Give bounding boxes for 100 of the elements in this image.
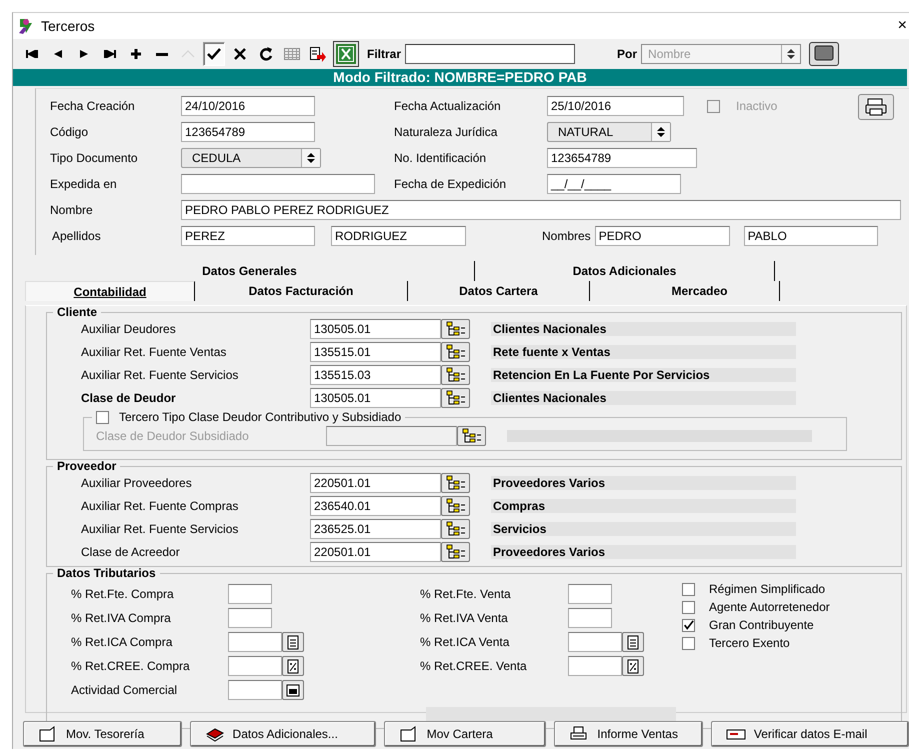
text-field[interactable]: 135515.03 bbox=[310, 365, 441, 385]
group-title: Cliente bbox=[56, 306, 98, 319]
lookup-button[interactable] bbox=[441, 473, 470, 493]
field-label: % Ret.ICA Venta bbox=[420, 635, 510, 649]
lookup-button[interactable] bbox=[282, 680, 304, 700]
text-field[interactable] bbox=[326, 426, 457, 446]
square-icon bbox=[813, 44, 836, 62]
tree-icon bbox=[444, 544, 466, 560]
text-field[interactable]: RODRIGUEZ bbox=[331, 226, 466, 246]
table-icon bbox=[284, 48, 300, 60]
text-field[interactable] bbox=[568, 656, 622, 676]
text-field[interactable]: 135515.01 bbox=[310, 342, 441, 362]
tab[interactable]: Mercadeo bbox=[620, 281, 780, 301]
filter-field[interactable] bbox=[405, 44, 576, 64]
field-label: Clase de Deudor bbox=[81, 391, 177, 405]
dropdown[interactable]: CEDULA bbox=[181, 148, 321, 168]
lookup-button[interactable] bbox=[441, 542, 470, 562]
text-field[interactable]: 130505.01 bbox=[310, 319, 441, 339]
action-button[interactable]: Datos Adicionales... bbox=[190, 721, 376, 747]
text-field[interactable] bbox=[228, 608, 272, 628]
lookup-button[interactable] bbox=[441, 496, 470, 516]
close-icon bbox=[234, 48, 246, 60]
lookup-button[interactable] bbox=[441, 519, 470, 539]
lookup-button[interactable] bbox=[282, 656, 304, 676]
field-label: Nombre bbox=[50, 203, 94, 217]
lookup-button[interactable] bbox=[457, 426, 486, 446]
text-field[interactable]: 236540.01 bbox=[310, 496, 441, 516]
text-field[interactable]: 123654789 bbox=[547, 148, 697, 168]
account-description: Proveedores Varios bbox=[491, 476, 796, 490]
text-field[interactable] bbox=[181, 174, 375, 194]
text-field[interactable]: 220501.01 bbox=[310, 542, 441, 562]
dropdown[interactable]: NATURAL bbox=[547, 122, 671, 142]
field-label: % Ret.IVA Compra bbox=[71, 611, 172, 625]
text-field[interactable] bbox=[568, 632, 622, 652]
action-button[interactable]: Mov. Tesorería bbox=[23, 721, 182, 747]
field-label: % Ret.IVA Venta bbox=[420, 611, 509, 625]
spreadsheet-icon bbox=[336, 44, 356, 64]
field-label: Fecha Creación bbox=[50, 99, 136, 113]
lookup-button[interactable] bbox=[441, 388, 470, 408]
field-label: % Ret.CREE. Venta bbox=[420, 659, 528, 673]
next-icon bbox=[80, 50, 88, 58]
square-button[interactable] bbox=[809, 42, 840, 66]
checkbox[interactable] bbox=[682, 582, 695, 596]
check-icon bbox=[207, 48, 221, 60]
export-icon bbox=[310, 46, 326, 62]
text-field[interactable]: 25/10/2016 bbox=[547, 96, 684, 116]
text-field[interactable]: 220501.01 bbox=[310, 473, 441, 493]
toolbar-button[interactable] bbox=[333, 41, 359, 67]
tab[interactable]: Datos Adicionales bbox=[475, 261, 775, 281]
text-field[interactable] bbox=[568, 608, 612, 628]
print-button[interactable] bbox=[858, 94, 894, 120]
text-field[interactable]: 123654789 bbox=[181, 122, 315, 142]
text-field[interactable]: 236525.01 bbox=[310, 519, 441, 539]
tree-icon bbox=[444, 521, 466, 537]
tab[interactable]: Datos Facturación bbox=[195, 281, 408, 301]
minus-icon bbox=[156, 52, 168, 56]
text-field[interactable] bbox=[228, 656, 282, 676]
spinner-icon bbox=[306, 152, 316, 164]
action-button[interactable]: Informe Ventas bbox=[554, 721, 703, 747]
text-field[interactable] bbox=[568, 584, 612, 604]
checkbox-label: Tercero Tipo Clase Deudor Contributivo y Subsidiado bbox=[119, 411, 402, 424]
checkbox[interactable] bbox=[682, 600, 695, 614]
field-label: Fecha de Expedición bbox=[394, 177, 508, 191]
stack-icon bbox=[204, 726, 225, 742]
tab[interactable]: Datos Cartera bbox=[408, 281, 590, 301]
field-label: Naturaleza Jurídica bbox=[394, 125, 498, 139]
close-button[interactable]: × bbox=[898, 17, 909, 35]
lookup-button[interactable] bbox=[282, 632, 304, 652]
text-field[interactable]: PEDRO bbox=[594, 226, 730, 246]
text-field[interactable]: 24/10/2016 bbox=[181, 96, 315, 116]
text-field[interactable]: PEREZ bbox=[181, 226, 315, 246]
text-field[interactable] bbox=[228, 632, 282, 652]
account-description: Compras bbox=[491, 499, 796, 513]
checkbox[interactable] bbox=[682, 636, 695, 650]
lookup-button[interactable] bbox=[441, 319, 470, 339]
account-description: Retencion En La Fuente Por Servicios bbox=[491, 368, 796, 382]
field-label: Auxiliar Deudores bbox=[81, 322, 177, 336]
lookup-button[interactable] bbox=[441, 342, 470, 362]
field-label: Expedida en bbox=[50, 177, 118, 191]
text-field[interactable]: 130505.01 bbox=[310, 388, 441, 408]
text-field[interactable]: __/__/____ bbox=[547, 174, 681, 194]
field-label: Código bbox=[50, 125, 90, 139]
spinner-icon bbox=[656, 126, 666, 138]
text-field[interactable] bbox=[228, 680, 282, 700]
field-label: Auxiliar Ret. Fuente Servicios bbox=[81, 368, 240, 382]
toolbar-button[interactable] bbox=[203, 42, 225, 66]
lookup-button[interactable] bbox=[622, 656, 644, 676]
text-field[interactable] bbox=[228, 584, 272, 604]
previous-icon bbox=[54, 50, 62, 58]
field-label: Auxiliar Ret. Fuente Servicios bbox=[81, 522, 240, 536]
lookup-button[interactable] bbox=[622, 632, 644, 652]
text-field[interactable]: PABLO bbox=[744, 226, 878, 246]
text-field[interactable]: PEDRO PABLO PEREZ RODRIGUEZ bbox=[181, 200, 901, 220]
action-button[interactable]: Mov Cartera bbox=[384, 721, 546, 747]
tree-icon bbox=[444, 367, 466, 383]
tab[interactable]: Contabilidad bbox=[25, 281, 195, 301]
action-button[interactable]: Verificar datos E-mail bbox=[710, 721, 909, 747]
checkbox[interactable] bbox=[682, 618, 695, 632]
lookup-button[interactable] bbox=[441, 365, 470, 385]
group-title: Proveedor bbox=[56, 460, 118, 473]
